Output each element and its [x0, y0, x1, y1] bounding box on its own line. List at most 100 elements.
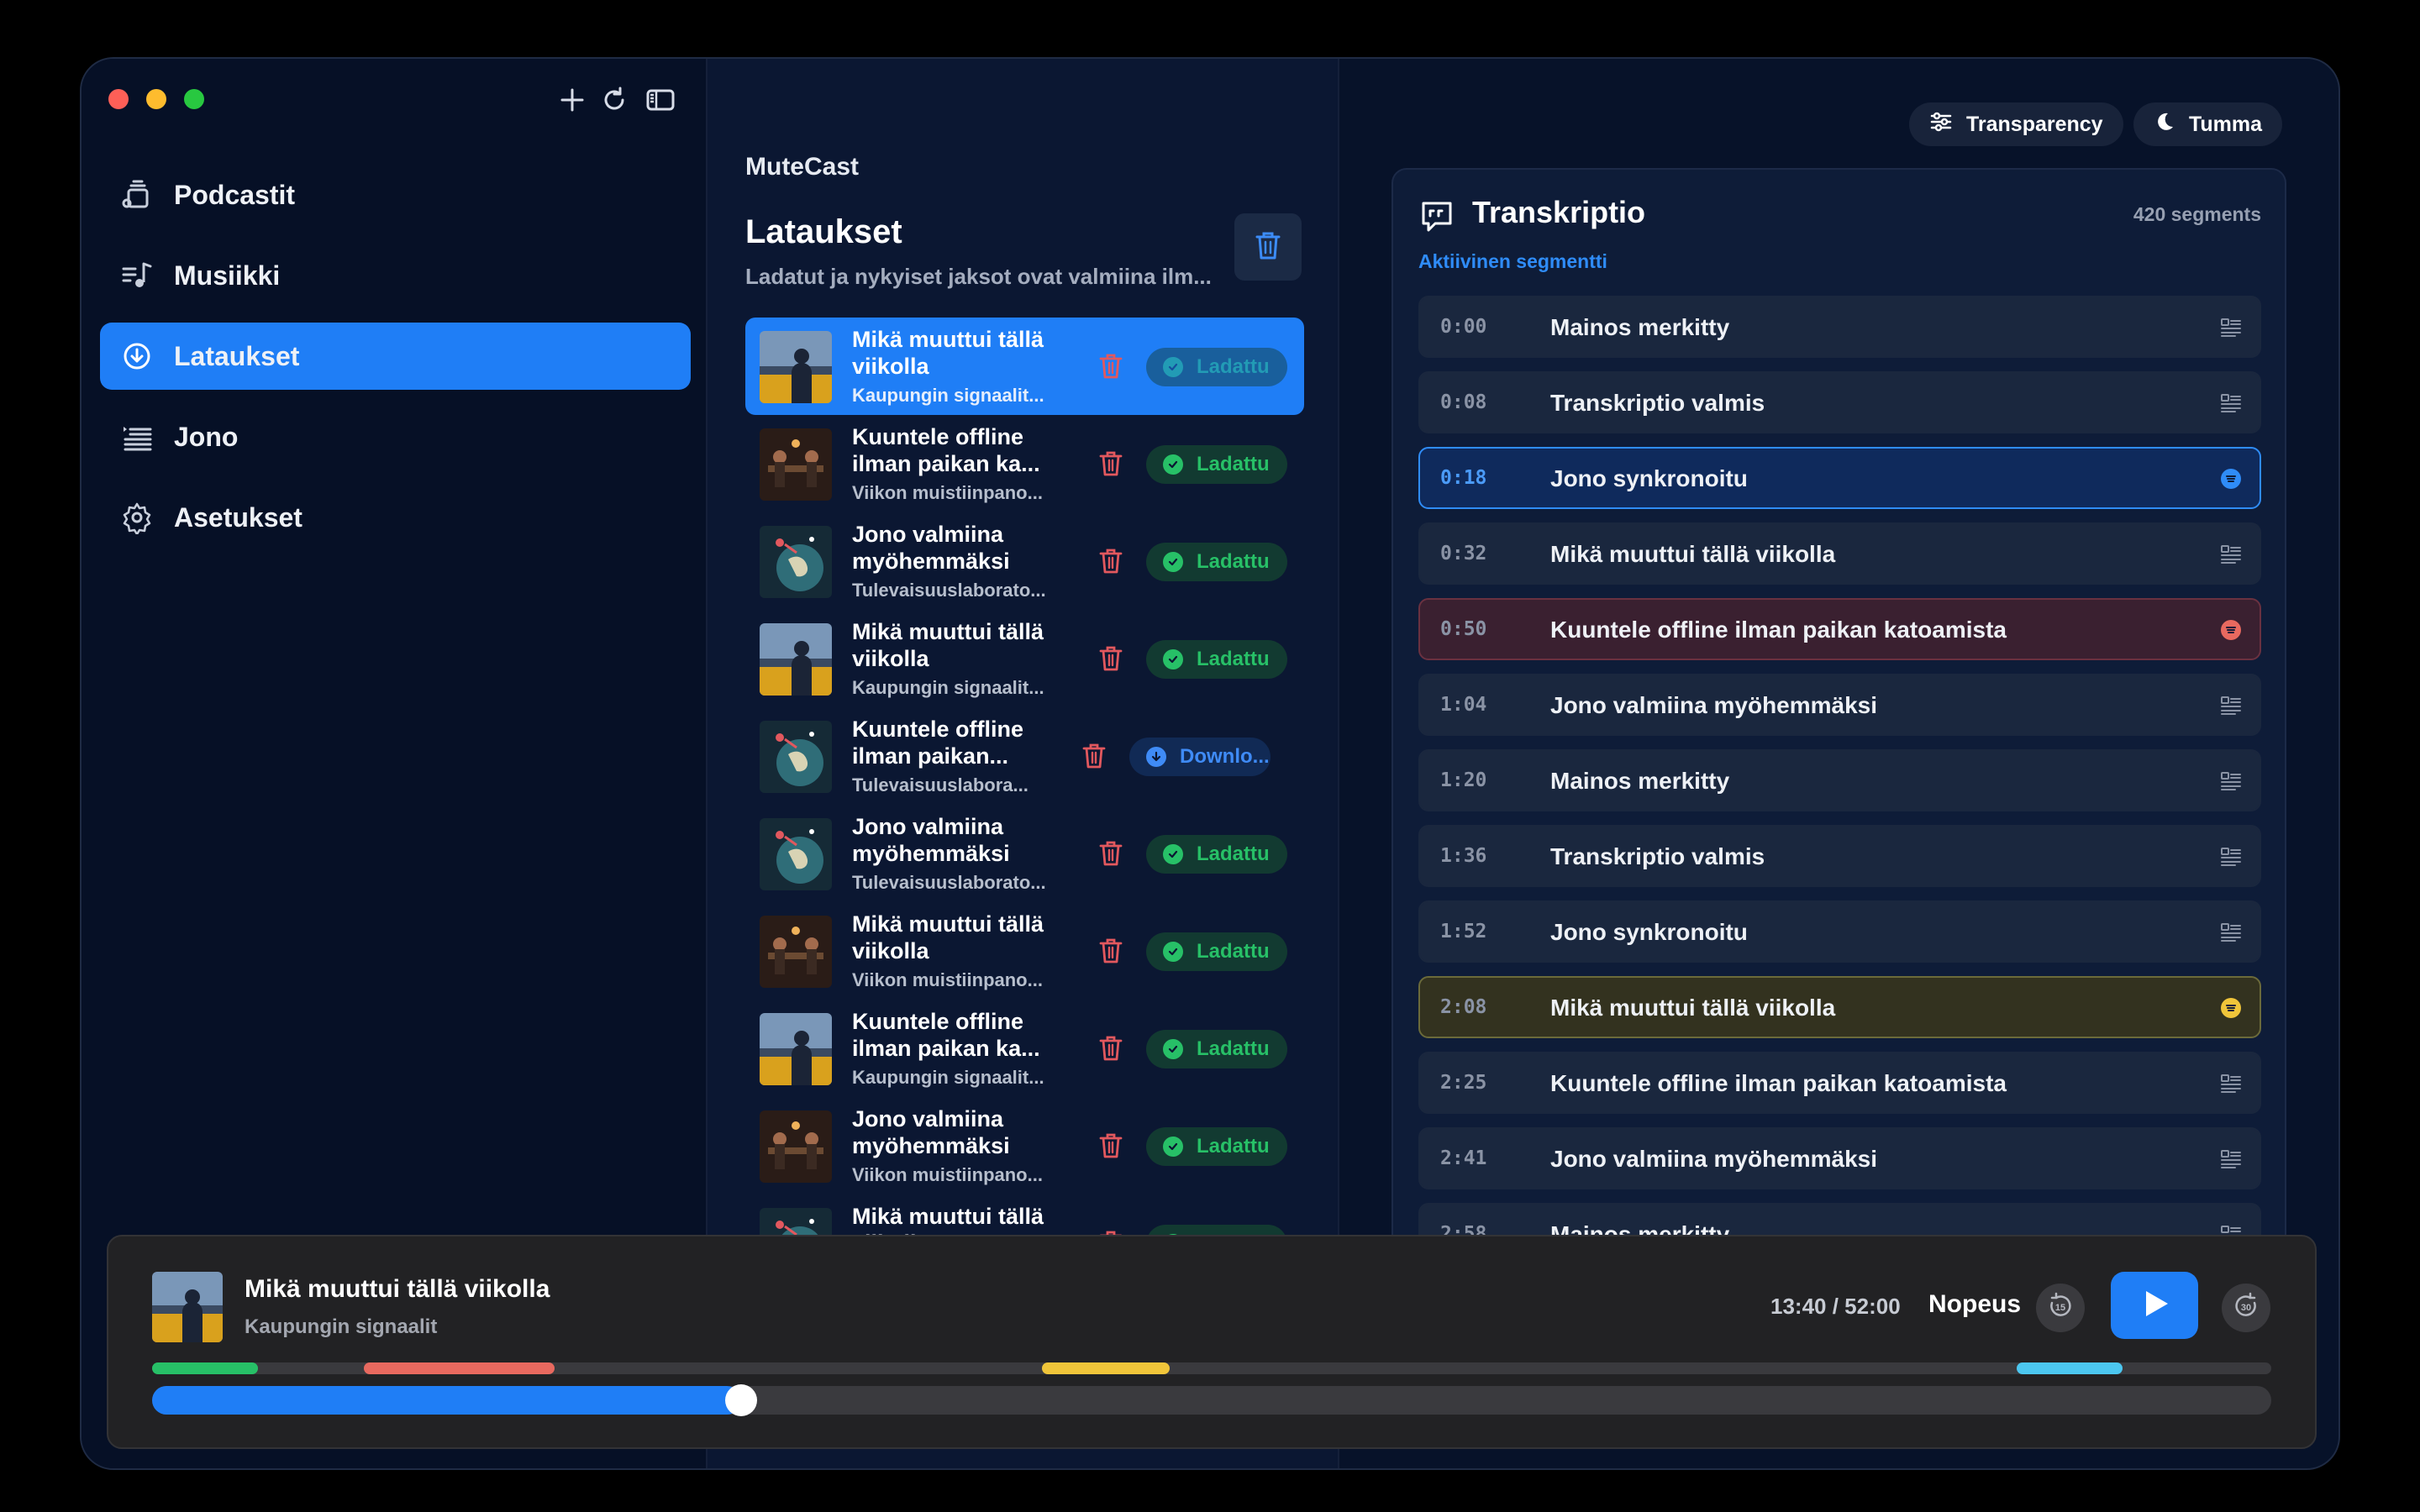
speed-button[interactable]: Nopeus — [1928, 1290, 2021, 1319]
segment-marker[interactable] — [152, 1362, 259, 1374]
transcript-segment[interactable]: 2:08 Mikä muuttui tällä viikolla — [1418, 976, 2261, 1038]
episode-row[interactable]: Kuuntele offline ilman paikan ka... Viiko… — [745, 415, 1304, 512]
sidebar-item-label: Musiikki — [174, 260, 281, 291]
trash-icon[interactable] — [1080, 741, 1110, 771]
transparency-button[interactable]: Transparency — [1909, 102, 2123, 146]
episode-row[interactable]: Jono valmiina myöhemmäksi Tulevaisuuslabo… — [745, 805, 1304, 902]
episode-artwork — [760, 1013, 832, 1085]
trash-icon[interactable] — [1097, 351, 1127, 381]
status-badge: Ladattu — [1146, 445, 1287, 484]
trash-icon[interactable] — [1097, 643, 1127, 674]
minimize-window-button[interactable] — [146, 89, 166, 109]
transcript-segment[interactable]: 1:52 Jono synkronoitu — [1418, 900, 2261, 963]
delete-all-button[interactable] — [1234, 213, 1302, 281]
episode-title: Mikä muuttui tällä viikolla — [852, 327, 1044, 379]
segment-time: 0:00 — [1440, 316, 1487, 338]
transcript-segment[interactable]: 2:25 Kuuntele offline ilman paikan katoam… — [1418, 1052, 2261, 1114]
status-badge: Ladattu — [1146, 932, 1287, 971]
play-button[interactable] — [2111, 1272, 2198, 1339]
transcript-card: Transkriptio 420 segments Aktiivinen seg… — [1392, 168, 2286, 1302]
segment-text: Mikä muuttui tällä viikolla — [1550, 995, 1836, 1021]
skip-forward-button[interactable]: 30 — [2222, 1284, 2270, 1332]
sidebar-item-jono[interactable]: Jono — [100, 403, 691, 470]
segment-marker[interactable] — [2017, 1362, 2123, 1374]
segment-time: 0:32 — [1440, 543, 1487, 564]
segment-time: 1:52 — [1440, 921, 1487, 942]
add-icon[interactable] — [556, 84, 588, 116]
episode-row[interactable]: Mikä muuttui tällä viikolla Viikon muisti… — [745, 902, 1304, 1000]
now-playing-show: Kaupungin signaalit — [245, 1315, 438, 1338]
episode-row[interactable]: Mikä muuttui tällä viikolla Kaupungin sig… — [745, 610, 1304, 707]
transcript-segment[interactable]: 0:50 Kuuntele offline ilman paikan katoam… — [1418, 598, 2261, 660]
music-icon — [120, 259, 154, 292]
episode-artwork — [760, 818, 832, 890]
segment-time: 2:25 — [1440, 1072, 1487, 1094]
gear-icon — [120, 501, 154, 536]
check-icon — [1163, 552, 1183, 572]
status-label: Ladattu — [1197, 1135, 1270, 1158]
skip-back-button[interactable]: 15 — [2036, 1284, 2085, 1332]
refresh-icon[interactable] — [598, 84, 630, 116]
episode-artwork — [760, 331, 832, 403]
sidebar-item-podcastit[interactable]: Podcastit — [100, 161, 691, 228]
sidebar-item-lataukset[interactable]: Lataukset — [100, 323, 691, 390]
sidebar-item-asetukset[interactable]: Asetukset — [100, 484, 691, 551]
trash-icon[interactable] — [1097, 1131, 1127, 1161]
episode-row[interactable]: Kuuntele offline ilman paikan ka... Kaupu… — [745, 1000, 1304, 1097]
segment-marker[interactable] — [364, 1362, 555, 1374]
transcript-segment[interactable]: 0:00 Mainos merkitty — [1418, 296, 2261, 358]
progress-slider[interactable] — [152, 1384, 2271, 1416]
check-icon — [1163, 942, 1183, 962]
play-icon — [2138, 1287, 2171, 1325]
status-badge: Ladattu — [1146, 1127, 1287, 1166]
episode-row[interactable]: Kuuntele offline ilman paikan... Tulevais… — [745, 707, 1304, 805]
episode-title: Kuuntele offline ilman paikan... — [852, 717, 1023, 769]
transcript-segment[interactable]: 2:41 Jono valmiina myöhemmäksi — [1418, 1127, 2261, 1189]
trash-icon[interactable] — [1097, 546, 1127, 576]
status-label: Ladattu — [1197, 1037, 1270, 1060]
moon-icon — [2154, 111, 2189, 139]
page-title: Lataukset — [745, 213, 902, 250]
segment-marker-track[interactable] — [152, 1362, 2271, 1374]
episode-artwork — [760, 1110, 832, 1183]
status-label: Ladattu — [1197, 648, 1270, 670]
close-window-button[interactable] — [108, 89, 129, 109]
sidebar-item-musiikki[interactable]: Musiikki — [100, 242, 691, 309]
sidebar-toggle-icon[interactable] — [644, 84, 676, 116]
segment-text: Jono valmiina myöhemmäksi — [1550, 692, 1878, 718]
episode-row[interactable]: Mikä muuttui tällä viikolla Kaupungin sig… — [745, 318, 1304, 415]
episode-artwork — [760, 916, 832, 988]
playback-time: 13:40 / 52:00 — [1770, 1294, 1901, 1319]
transcript-segment[interactable]: 1:04 Jono valmiina myöhemmäksi — [1418, 674, 2261, 736]
trash-icon[interactable] — [1097, 936, 1127, 966]
marker-dot-icon — [2219, 996, 2243, 1020]
sidebar-item-label: Podcastit — [174, 179, 296, 210]
theme-button[interactable]: Tumma — [2133, 102, 2283, 146]
episode-row[interactable]: Jono valmiina myöhemmäksi Tulevaisuuslabo… — [745, 512, 1304, 610]
transparency-label: Transparency — [1966, 112, 2103, 136]
episode-row[interactable]: Jono valmiina myöhemmäksi Viikon muistiin… — [745, 1097, 1304, 1194]
segment-text: Mainos merkitty — [1550, 314, 1730, 340]
transcript-segment[interactable]: 0:18 Jono synkronoitu — [1418, 447, 2261, 509]
active-segment-link[interactable]: Aktiivinen segmentti — [1418, 250, 1607, 273]
transcript-segment[interactable]: 0:32 Mikä muuttui tällä viikolla — [1418, 522, 2261, 585]
progress-knob[interactable] — [725, 1384, 758, 1416]
episode-artwork — [760, 721, 832, 793]
transcript-quote-icon — [1418, 198, 1455, 235]
transcript-segment[interactable]: 1:36 Transkriptio valmis — [1418, 825, 2261, 887]
segment-time: 1:04 — [1440, 694, 1487, 716]
trash-icon — [1254, 229, 1282, 265]
transcript-segment[interactable]: 1:20 Mainos merkitty — [1418, 749, 2261, 811]
trash-icon[interactable] — [1097, 449, 1127, 479]
segment-lines-icon — [2219, 921, 2243, 944]
segment-marker[interactable] — [1042, 1362, 1170, 1374]
transcript-segment[interactable]: 0:08 Transkriptio valmis — [1418, 371, 2261, 433]
trash-icon[interactable] — [1097, 1033, 1127, 1063]
segment-text: Mikä muuttui tällä viikolla — [1550, 541, 1836, 567]
trash-icon[interactable] — [1097, 838, 1127, 869]
zoom-window-button[interactable] — [184, 89, 204, 109]
episode-show: Tulevaisuuslaborato... — [852, 580, 1046, 601]
skip-forward-30-icon: 30 — [2231, 1291, 2261, 1326]
episode-show: Viikon muistiinpano... — [852, 482, 1043, 503]
download-icon — [120, 339, 154, 373]
